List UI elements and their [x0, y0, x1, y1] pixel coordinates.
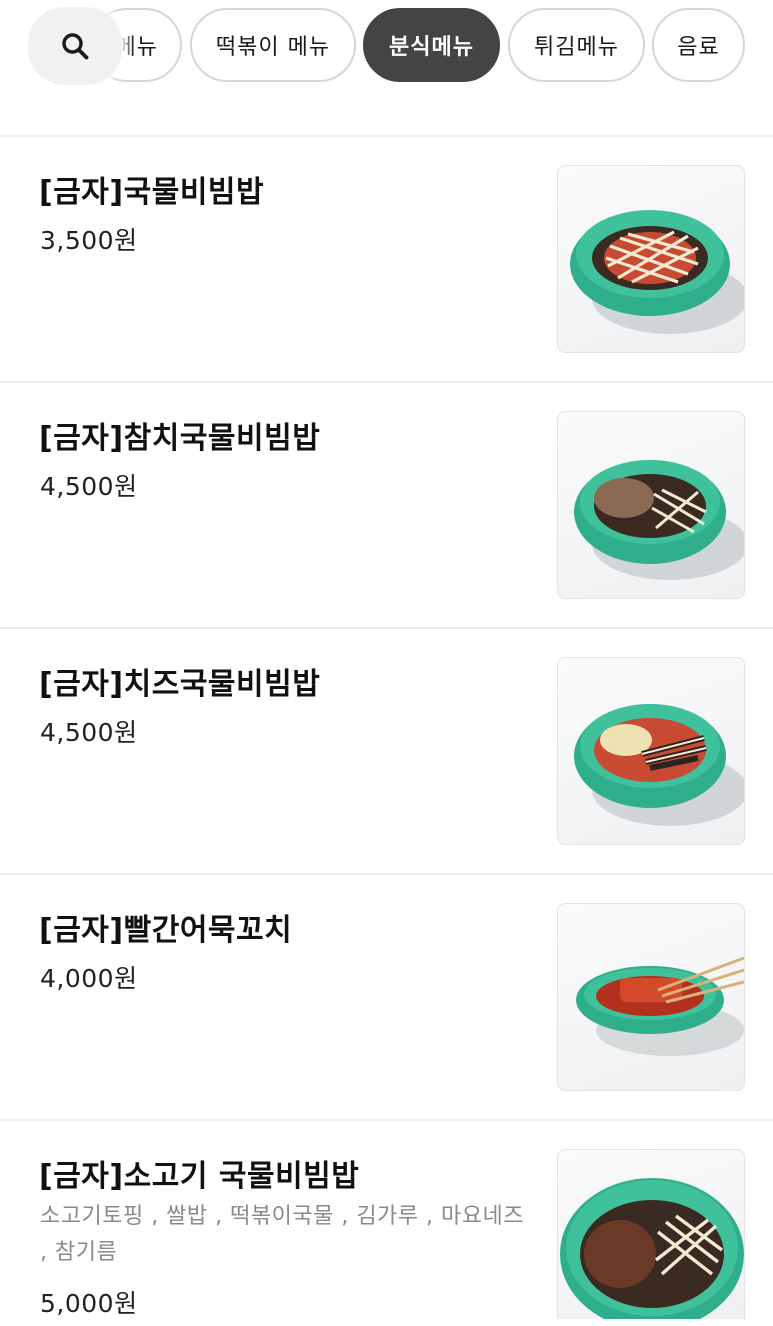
menu-item-price: 5,000원	[40, 1289, 138, 1318]
menu-item-image	[557, 165, 745, 353]
menu-item-name: [금자]참치국물비빔밥	[39, 421, 321, 456]
menu-item[interactable]: [금자]국물비빔밥 3,500원	[0, 137, 773, 383]
tab-tteokbokki-menu[interactable]: 떡볶이 메뉴	[190, 8, 356, 82]
tab-drinks[interactable]: 음료	[652, 8, 745, 82]
menu-item[interactable]: [금자]참치국물비빔밥 4,500원	[0, 383, 773, 629]
menu-item[interactable]: [금자]빨간어묵꼬치 4,000원	[0, 875, 773, 1121]
category-bar: 메뉴 떡볶이 메뉴 분식메뉴 튀김메뉴 음료	[0, 0, 773, 137]
menu-list: [금자]국물비빔밥 3,500원 [금자]참치국물비빔밥 4,500원 [금자]…	[0, 137, 773, 1326]
tab-bunsik-menu[interactable]: 분식메뉴	[363, 8, 500, 82]
menu-page: 메뉴 떡볶이 메뉴 분식메뉴 튀김메뉴 음료 [금자]국물비빔밥 3,500원	[0, 0, 773, 1326]
menu-item-image	[557, 411, 745, 599]
menu-item[interactable]: [금자]소고기 국물비빔밥 소고기토핑 , 쌀밥 , 떡볶이국물 , 김가루 ,…	[0, 1121, 773, 1326]
menu-item-price: 4,500원	[40, 472, 138, 501]
menu-item-name: [금자]치즈국물비빔밥	[39, 667, 321, 702]
menu-item-name: [금자]국물비빔밥	[39, 175, 265, 210]
menu-item-price: 4,000원	[40, 964, 138, 993]
search-icon	[62, 33, 89, 60]
menu-item-price: 4,500원	[40, 718, 138, 747]
menu-item-image	[557, 903, 745, 1091]
menu-item[interactable]: [금자]치즈국물비빔밥 4,500원	[0, 629, 773, 875]
tab-fried-menu[interactable]: 튀김메뉴	[508, 8, 645, 82]
menu-item-image	[557, 1149, 745, 1319]
menu-item-description: 소고기토핑 , 쌀밥 , 떡볶이국물 , 김가루 , 마요네즈 , 참기름	[40, 1204, 524, 1265]
menu-item-price: 3,500원	[40, 226, 138, 255]
menu-item-name: [금자]빨간어묵꼬치	[39, 913, 293, 948]
search-button[interactable]	[28, 7, 122, 85]
menu-item-image	[557, 657, 745, 845]
menu-item-name: [금자]소고기 국물비빔밥	[39, 1159, 360, 1194]
